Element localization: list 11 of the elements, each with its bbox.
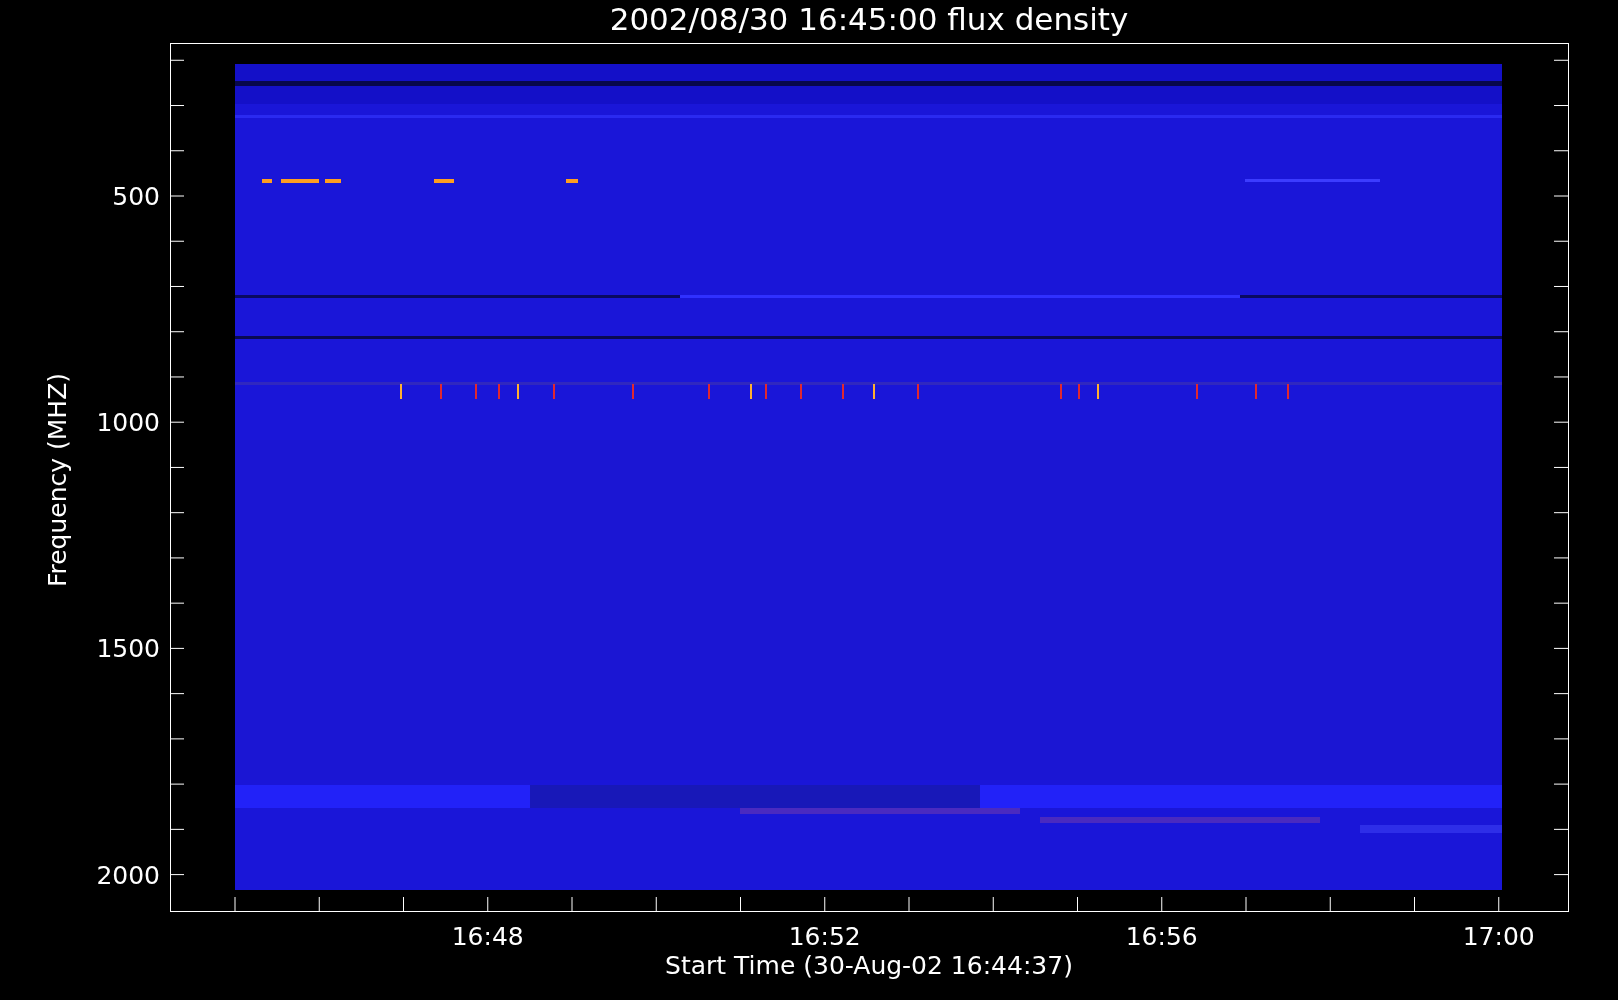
plot-title: 2002/08/30 16:45:00 flux density <box>609 1 1129 37</box>
x-tick-label: 16:56 <box>1125 922 1198 951</box>
x-tick-label: 16:52 <box>788 922 861 951</box>
y-tick-label: 1500 <box>96 634 160 664</box>
x-tick-label: 17:00 <box>1462 922 1535 951</box>
y-tick-label: 500 <box>112 182 160 211</box>
x-axis-label: Start Time (30-Aug-02 16:44:37) <box>665 951 1073 980</box>
y-tick-label: 1000 <box>96 408 160 438</box>
x-tick-label: 16:48 <box>451 922 524 951</box>
y-tick-label: 2000 <box>96 860 160 890</box>
y-axis-label: Frequency (MHZ) <box>43 372 72 588</box>
